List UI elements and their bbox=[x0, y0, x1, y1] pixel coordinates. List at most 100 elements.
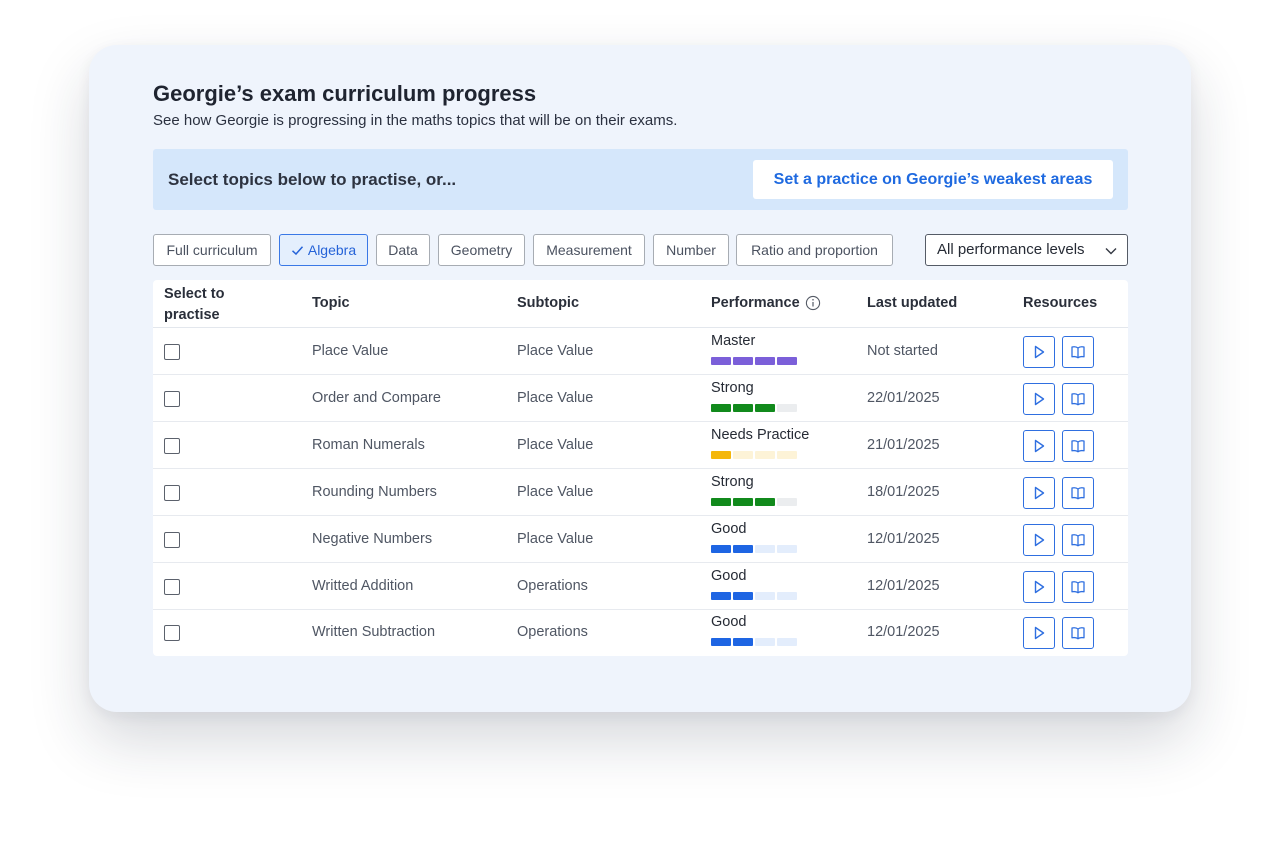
filter-chip-label: Number bbox=[666, 242, 716, 258]
select-checkbox[interactable] bbox=[164, 437, 180, 454]
play-icon bbox=[1034, 392, 1045, 406]
performance-bar-segment bbox=[755, 403, 775, 412]
filter-chip-number[interactable]: Number bbox=[653, 234, 729, 266]
performance-bar-segment bbox=[755, 450, 775, 459]
performance-label: Good bbox=[711, 520, 747, 537]
last-updated-cell: 12/01/2025 bbox=[867, 624, 940, 641]
filter-chip-label: Algebra bbox=[307, 242, 357, 258]
book-icon bbox=[1071, 486, 1085, 500]
topic-cell: Roman Numerals bbox=[312, 436, 425, 453]
performance-bar-segment bbox=[755, 497, 775, 506]
performance-bar-segment bbox=[755, 357, 775, 365]
filter-chip-geometry[interactable]: Geometry bbox=[438, 234, 525, 266]
book-resource-button[interactable] bbox=[1062, 429, 1094, 462]
filter-chip-label: Data bbox=[388, 242, 418, 258]
select-checkbox[interactable] bbox=[164, 625, 180, 642]
video-resource-button[interactable] bbox=[1023, 382, 1055, 415]
topic-cell: Negative Numbers bbox=[312, 530, 433, 547]
video-resource-button[interactable] bbox=[1023, 476, 1055, 509]
video-resource-button[interactable] bbox=[1023, 570, 1055, 603]
video-resource-button[interactable] bbox=[1023, 336, 1055, 368]
select-checkbox[interactable] bbox=[164, 484, 180, 501]
topic-cell: Order and Compare bbox=[312, 389, 441, 406]
last-updated-cell: 18/01/2025 bbox=[867, 483, 940, 500]
subtopic-cell: Operations bbox=[517, 577, 588, 594]
filter-chip-data[interactable]: Data bbox=[376, 234, 430, 266]
weakest-areas-button[interactable]: Set a practice on Georgie’s weakest area… bbox=[753, 160, 1113, 199]
performance-label: Good bbox=[711, 614, 747, 631]
practice-banner: Select topics below to practise, or... S… bbox=[153, 149, 1128, 210]
subtopic-cell: Place Value bbox=[517, 343, 594, 359]
topic-cell: Place Value bbox=[312, 343, 389, 359]
topic-cell: Writted Addition bbox=[312, 577, 414, 594]
book-resource-button[interactable] bbox=[1062, 617, 1094, 650]
performance-label: Needs Practice bbox=[711, 426, 810, 443]
book-icon bbox=[1071, 533, 1085, 547]
filter-chip-label: Ratio and proportion bbox=[751, 242, 878, 258]
select-checkbox[interactable] bbox=[164, 390, 180, 407]
book-resource-button[interactable] bbox=[1062, 476, 1094, 509]
subtopic-cell: Place Value bbox=[517, 530, 594, 547]
header-select: Select to practise bbox=[164, 286, 225, 323]
subtopic-cell: Place Value bbox=[517, 436, 594, 453]
book-resource-button[interactable] bbox=[1062, 382, 1094, 415]
header-topic: Topic bbox=[312, 295, 350, 311]
banner-text: Select topics below to practise, or... bbox=[168, 170, 457, 189]
performance-bar-segment bbox=[733, 357, 753, 365]
last-updated-cell: 22/01/2025 bbox=[867, 389, 940, 406]
filter-chip-label: Full curriculum bbox=[166, 242, 258, 258]
performance-bar-segment bbox=[755, 544, 775, 553]
table-row: Roman Numerals Place Value Needs Practice 2… bbox=[153, 422, 1128, 469]
performance-bar-segment bbox=[711, 638, 731, 647]
filter-chip-ratio-and-proportion[interactable]: Ratio and proportion bbox=[736, 234, 893, 266]
filter-chip-full-curriculum[interactable]: Full curriculum bbox=[153, 234, 271, 266]
video-resource-button[interactable] bbox=[1023, 429, 1055, 462]
book-resource-button[interactable] bbox=[1062, 336, 1094, 368]
topics-table: Select to practise Topic Subtopic Perfor… bbox=[153, 280, 1128, 656]
last-updated-cell: 12/01/2025 bbox=[867, 530, 940, 547]
table-row: Negative Numbers Place Value Good 12/01/202… bbox=[153, 516, 1128, 563]
book-resource-button[interactable] bbox=[1062, 570, 1094, 603]
last-updated-cell: 12/01/2025 bbox=[867, 577, 940, 594]
filter-chip-algebra[interactable]: Algebra bbox=[279, 234, 368, 266]
performance-label: Strong bbox=[711, 379, 754, 396]
subtopic-cell: Place Value bbox=[517, 389, 594, 406]
play-icon bbox=[1034, 439, 1045, 452]
play-icon bbox=[1034, 533, 1045, 546]
book-resource-button[interactable] bbox=[1062, 523, 1094, 556]
info-icon[interactable] bbox=[805, 295, 821, 311]
select-checkbox[interactable] bbox=[164, 578, 180, 595]
select-checkbox[interactable] bbox=[164, 344, 180, 360]
last-updated-cell: Not started bbox=[867, 343, 938, 359]
page-title: Georgie’s exam curriculum progress bbox=[153, 81, 537, 106]
performance-bar bbox=[711, 497, 801, 506]
performance-bar-segment bbox=[755, 638, 775, 647]
filter-chip-measurement[interactable]: Measurement bbox=[533, 234, 645, 266]
performance-bar bbox=[711, 450, 801, 459]
subtopic-cell: Operations bbox=[517, 624, 588, 641]
performance-bar bbox=[711, 638, 801, 647]
performance-bar-segment bbox=[711, 497, 731, 506]
filter-chip-label: Measurement bbox=[546, 242, 632, 258]
video-resource-button[interactable] bbox=[1023, 617, 1055, 650]
filter-bar: Full curriculum Algebra Data Geometry Measur… bbox=[153, 234, 1128, 266]
select-checkbox[interactable] bbox=[164, 531, 180, 548]
topic-cell: Written Subtraction bbox=[312, 624, 436, 641]
performance-level-select[interactable]: All performance levels bbox=[925, 234, 1128, 266]
play-icon bbox=[1034, 580, 1045, 593]
last-updated-cell: 21/01/2025 bbox=[867, 436, 940, 453]
filter-chip-label: Geometry bbox=[450, 242, 513, 258]
table-row: Writted Addition Operations Good 12/01/2025 bbox=[153, 563, 1128, 610]
check-icon bbox=[291, 246, 303, 255]
performance-bar bbox=[711, 591, 801, 600]
table-row: Rounding Numbers Place Value Strong 18/01/2… bbox=[153, 469, 1128, 516]
performance-bar-segment bbox=[733, 450, 753, 459]
table-header: Select to practise Topic Subtopic Perfor… bbox=[153, 280, 1128, 328]
chevron-down-icon bbox=[1105, 248, 1117, 255]
progress-card: Georgie’s exam curriculum progress See h… bbox=[89, 45, 1191, 712]
video-resource-button[interactable] bbox=[1023, 523, 1055, 556]
header-performance: Performance bbox=[711, 295, 800, 311]
performance-bar-segment bbox=[733, 497, 753, 506]
performance-bar-segment bbox=[777, 591, 797, 600]
performance-bar-segment bbox=[777, 403, 797, 412]
